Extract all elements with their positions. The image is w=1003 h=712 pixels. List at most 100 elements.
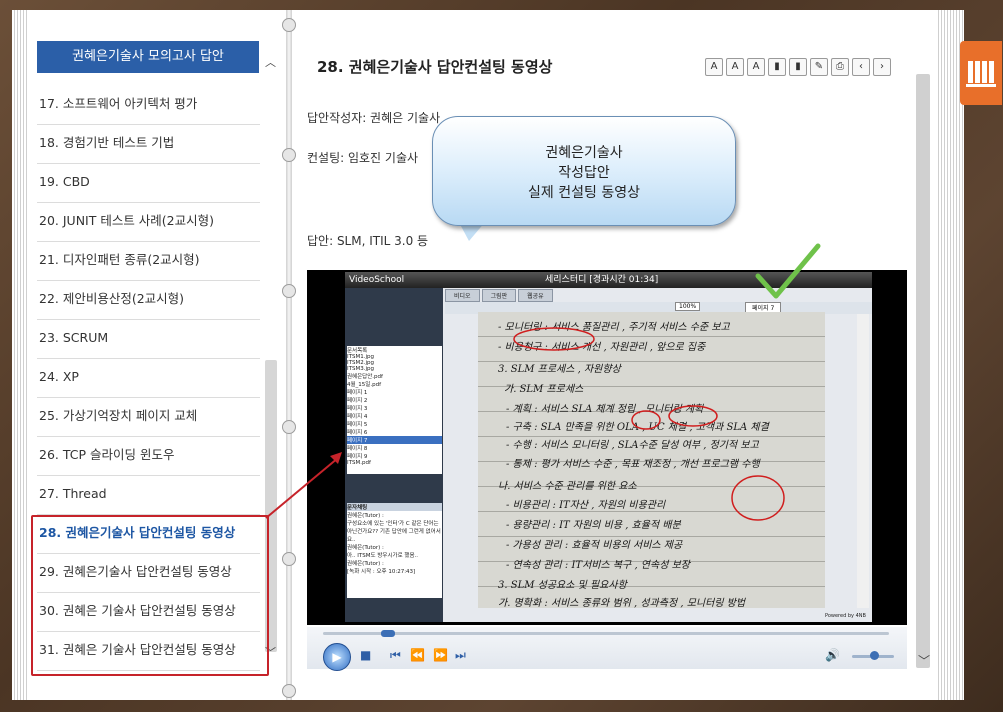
spine-ring — [282, 18, 296, 32]
callout-bubble: 권혜은기술사 작성답안 실제 컨설팅 동영상 — [432, 116, 736, 226]
toc-item[interactable]: 20. JUNIT 테스트 사례(2교시형) — [37, 203, 260, 242]
handwriting-line: 가. SLM 프로세스 — [504, 384, 584, 395]
tree-item: 문서목록 — [347, 348, 368, 354]
tree-item: 페이지 5 — [347, 422, 368, 428]
handwriting-line: - 용량관리 : IT 자원의 비용 , 효율적 배분 — [506, 520, 681, 531]
page-title: 28. 권혜은기술사 답안컨설팅 동영상 — [317, 58, 553, 76]
chat-line: 권혜은(Tutor) : — [347, 545, 384, 551]
video-tab: 웹공유 — [518, 289, 553, 302]
tree-item: 페이지 1 — [347, 390, 368, 396]
tree-item: 페이지 9 — [347, 454, 368, 460]
video-doc-scrollbar — [857, 314, 869, 608]
font-reset-icon[interactable]: A — [747, 58, 765, 76]
library-tab[interactable] — [960, 41, 1002, 105]
tree-item: 페이지 8 — [347, 446, 368, 452]
chat-line: 권혜은(Tutor) : — [347, 513, 384, 519]
video-titlebar: VideoSchool 세리스터디 [경과시간 01:34] — [345, 272, 872, 288]
video-tab: 비디오 — [445, 289, 480, 302]
video-left-panel: 문서목록 ITSM1.jpg ITSM2.jpg ITSM3.jpg 권혜은답안… — [345, 288, 443, 622]
tree-item: ITSM.pdf — [347, 460, 371, 466]
volume-icon[interactable]: 🔊 — [825, 648, 840, 662]
prev-page-icon[interactable]: ‹ — [852, 58, 870, 76]
bookshelf-icon — [966, 61, 996, 87]
memo-icon[interactable]: ✎ — [810, 58, 828, 76]
chat-line: 아.. ITSM도 방우시가로 했음.. — [347, 553, 418, 559]
handwriting-line: - 비용관리 : IT자산 , 자원의 비용관리 — [506, 500, 666, 511]
bookmark-list-icon[interactable]: ▮ — [789, 58, 807, 76]
next-page-icon[interactable]: › — [873, 58, 891, 76]
author-line: 답안작성자: 권혜은 기술사 — [307, 111, 441, 125]
handwriting-line: - 가용성 관리 : 효율적 비용의 서비스 제공 — [506, 540, 683, 551]
rewind-icon[interactable]: ⏪ — [410, 648, 425, 662]
tree-item: 페이지 6 — [347, 430, 368, 436]
reader-toolbar: A A A ▮ ▮ ✎ ⎙ ‹ › — [705, 58, 891, 76]
spine-ring — [282, 148, 296, 162]
previous-icon[interactable]: ⏮ — [390, 648, 401, 663]
toc-item[interactable]: 17. 소프트웨어 아키텍처 평가 — [37, 86, 260, 125]
tree-item: 권혜은답안.pdf — [347, 374, 383, 380]
toc-item[interactable]: 25. 가상기억장치 페이지 교체 — [37, 398, 260, 437]
tree-item: 페이지 4 — [347, 414, 368, 420]
font-grow-icon[interactable]: A — [726, 58, 744, 76]
chevron-down-icon[interactable]: ﹀ — [918, 652, 930, 669]
print-icon[interactable]: ⎙ — [831, 58, 849, 76]
play-icon[interactable]: ▶ — [323, 643, 351, 671]
chat-line: 권혜은(Tutor) : — [347, 561, 384, 567]
handwriting-line: - 연속성 관리 : IT서비스 복구 , 연속성 보장 — [506, 560, 690, 571]
tree-item: 페이지 2 — [347, 398, 368, 404]
video-tabs: 비디오 그림판 웹공유 — [445, 289, 553, 302]
spine-ring — [282, 284, 296, 298]
toc-item[interactable]: 27. Thread — [37, 476, 260, 515]
spine-ring — [282, 552, 296, 566]
chat-status: [녹화 시작 : 오후 10:27:43] — [347, 569, 416, 575]
handwriting-line: 3. SLM 성공요소 및 필요사항 — [498, 580, 627, 591]
videoschool-logo: VideoSchool — [349, 275, 405, 285]
powered-by: Powered by 4NB — [825, 613, 866, 619]
toc-item[interactable]: 18. 경험기반 테스트 기법 — [37, 125, 260, 164]
tree-item: 페이지 3 — [347, 406, 368, 412]
seek-bar[interactable] — [323, 632, 889, 635]
handwriting-line: - 계획 : 서비스 SLA 체계 정립 , 모니터링 계획 — [506, 404, 704, 415]
toc-item[interactable]: 22. 제안비용산정(2교시형) — [37, 281, 260, 320]
content-scroll-thumb[interactable] — [916, 74, 930, 668]
bookmark-icon[interactable]: ▮ — [768, 58, 786, 76]
toc-header[interactable]: 권혜은기술사 모의고사 답안 — [37, 41, 259, 73]
seek-thumb[interactable] — [381, 630, 395, 637]
handwriting-line: 가. 명확화 : 서비스 종류와 범위 , 성과측정 , 모니터링 방법 — [498, 598, 746, 609]
volume-thumb[interactable] — [870, 651, 879, 660]
consult-line: 컨설팅: 임호진 기술사 — [307, 151, 419, 165]
toc-item[interactable]: 21. 디자인패턴 종류(2교시형) — [37, 242, 260, 281]
toc-item[interactable]: 26. TCP 슬라이딩 윈도우 — [37, 437, 260, 476]
chat-title: 문자채팅 — [347, 503, 442, 511]
handwriting-line: - 모니터링 : 서비스 품질관리 , 주기적 서비스 수준 보고 — [498, 322, 730, 333]
toc-item[interactable]: 19. CBD — [37, 164, 260, 203]
callout-line: 작성답안 — [558, 165, 610, 181]
fast-forward-icon[interactable]: ⏩ — [433, 648, 448, 662]
handwriting-line: - 통제 : 평가 서비스 수준 , 목표 재조정 , 개선 프로그램 수행 — [506, 459, 760, 470]
spine-ring — [282, 420, 296, 434]
chevron-up-icon[interactable]: ︿ — [265, 54, 276, 70]
video-window-title: 세리스터디 [경과시간 01:34] — [545, 275, 659, 285]
callout-line: 권혜은기술사 — [545, 145, 623, 161]
highlight-box — [31, 515, 269, 676]
answer-line: 답안: SLM, ITIL 3.0 등 — [307, 234, 429, 248]
book-spine — [286, 10, 292, 700]
video-tab: 그림판 — [481, 289, 517, 302]
stop-icon[interactable]: ■ — [360, 648, 371, 662]
page-edge-right — [938, 10, 964, 700]
handwriting-line: 3. SLM 프로세스 , 자원향상 — [498, 364, 621, 375]
font-shrink-icon[interactable]: A — [705, 58, 723, 76]
handwriting-line: - 비용청구 : 서비스 개선 , 자원관리 , 앞으로 집중 — [498, 342, 706, 353]
spine-ring — [282, 684, 296, 698]
video-chat-panel: 문자채팅 권혜은(Tutor) : 구성요소에 있는 '인터'가 C 같은 단어… — [347, 503, 442, 598]
toc-item[interactable]: 24. XP — [37, 359, 260, 398]
tree-item: 4월_15일.pdf — [347, 382, 382, 388]
chat-line: 구성요소에 있는 '인터'가 C 같은 단어는 아닌건가요?? 기존 답안에 그… — [347, 521, 441, 543]
handwritten-page: - 모니터링 : 서비스 품질관리 , 주기적 서비스 수준 보고 - 비용청구… — [478, 312, 825, 609]
toc-item[interactable]: 23. SCRUM — [37, 320, 260, 359]
next-icon[interactable]: ⏭ — [455, 648, 466, 663]
video-zoom: 100% — [675, 302, 701, 311]
tree-item: 페이지 7 — [347, 436, 442, 444]
video-doc-tree: 문서목록 ITSM1.jpg ITSM2.jpg ITSM3.jpg 권혜은답안… — [347, 346, 442, 474]
content-scrollbar[interactable]: ﹀ — [914, 40, 932, 672]
